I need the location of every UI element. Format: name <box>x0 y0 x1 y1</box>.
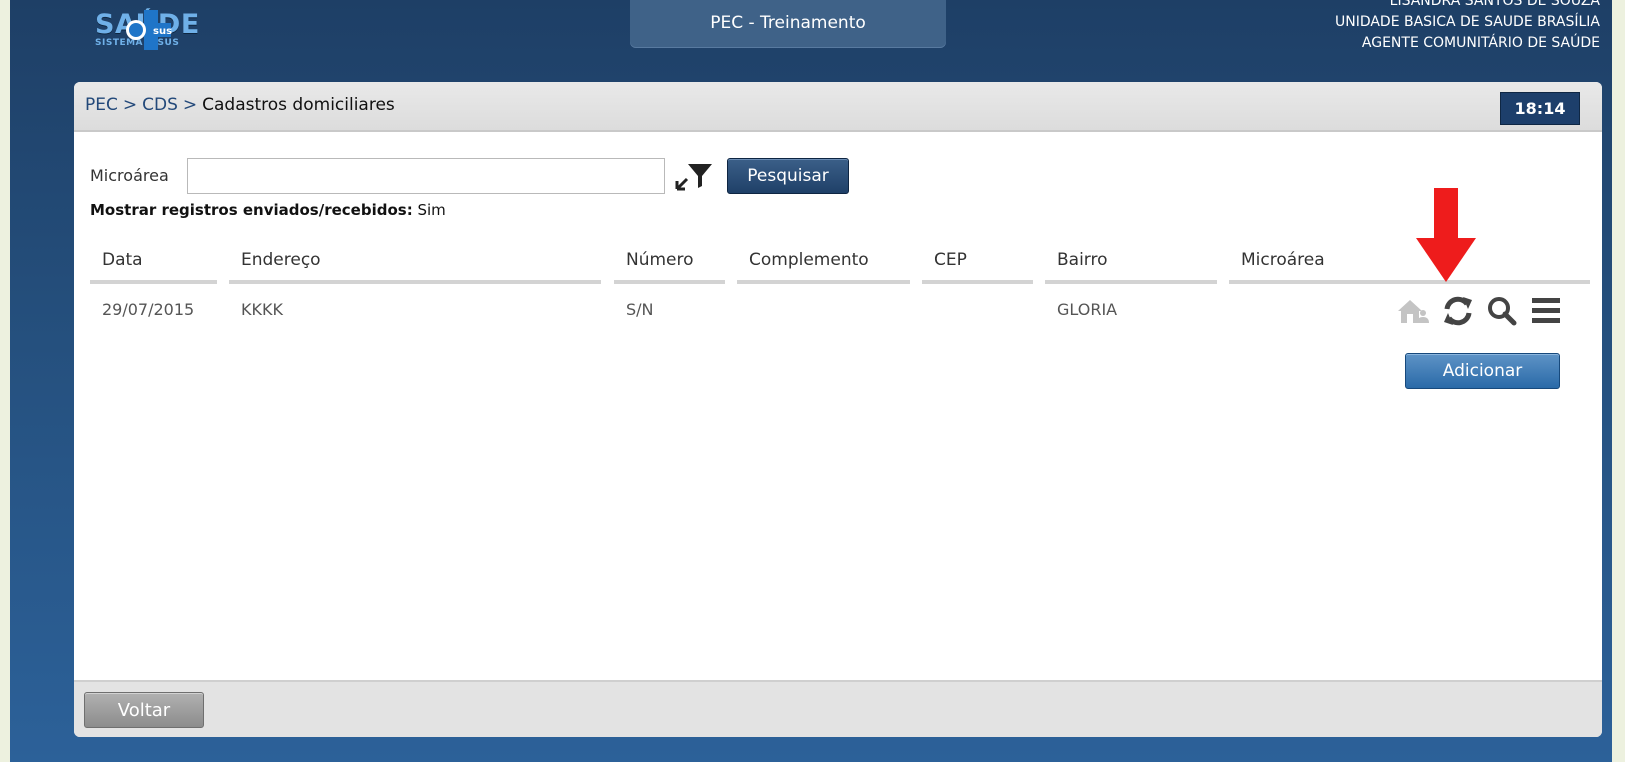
breadcrumb-bar: PEC > CDS > Cadastros domiciliares 18:14 <box>74 82 1602 132</box>
back-button[interactable]: Voltar <box>84 692 204 728</box>
column-header-bairro[interactable]: Bairro <box>1045 244 1217 284</box>
breadcrumb-item-cds[interactable]: CDS <box>142 95 178 115</box>
advanced-filter-icon[interactable] <box>674 160 714 192</box>
search-icon[interactable] <box>1483 294 1521 328</box>
column-header-numero[interactable]: Número <box>614 244 725 284</box>
breadcrumb: PEC > CDS > Cadastros domiciliares <box>85 95 395 115</box>
column-header-endereco[interactable]: Endereço <box>229 244 601 284</box>
cell-complemento <box>737 290 910 330</box>
show-sent-value: Sim <box>417 201 446 219</box>
column-header-data[interactable]: Data <box>90 244 217 284</box>
microarea-label: Microárea <box>90 166 169 185</box>
user-name: LISANDRA SANTOS DE SOUZA <box>1389 0 1600 9</box>
table-row[interactable]: 29/07/2015 KKKK S/N GLORIA <box>90 290 1590 330</box>
cell-numero: S/N <box>626 300 654 319</box>
cell-bairro: GLORIA <box>1057 300 1118 319</box>
user-role: AGENTE COMUNITÁRIO DE SAÚDE <box>1361 35 1600 51</box>
breadcrumb-separator: > <box>182 95 198 115</box>
red-annotation-arrow-icon <box>1416 188 1476 282</box>
table-header: Data Endereço Número Complemento CEP Bai… <box>90 244 1590 284</box>
footer-bar: Voltar <box>74 680 1602 737</box>
refresh-icon[interactable] <box>1439 294 1477 328</box>
column-header-cep[interactable]: CEP <box>922 244 1033 284</box>
show-sent-label: Mostrar registros enviados/recebidos: <box>90 201 413 219</box>
microarea-input[interactable] <box>187 158 665 194</box>
clock-display: 18:14 <box>1500 92 1580 125</box>
cell-data: 29/07/2015 <box>102 300 195 319</box>
house-people-icon[interactable] <box>1395 294 1433 328</box>
cell-endereco: KKKK <box>241 300 283 319</box>
main-panel: PEC > CDS > Cadastros domiciliares 18:14 Mic… <box>74 82 1602 737</box>
show-sent-records: Mostrar registros enviados/recebidos: Si… <box>90 201 446 219</box>
row-actions <box>1395 294 1595 328</box>
search-button[interactable]: Pesquisar <box>727 158 849 194</box>
arrow-head <box>1416 238 1476 282</box>
cell-cep <box>922 290 1033 330</box>
breadcrumb-current: Cadastros domiciliares <box>202 95 395 115</box>
esus-badge-icon: sus <box>126 10 172 50</box>
logo-badge-text: sus <box>153 26 172 37</box>
column-header-complemento[interactable]: Complemento <box>737 244 910 284</box>
cell-microarea <box>1229 290 1389 330</box>
add-button[interactable]: Adicionar <box>1405 353 1560 389</box>
breadcrumb-separator: > <box>122 95 138 115</box>
arrow-shaft <box>1434 188 1458 240</box>
column-header-microarea[interactable]: Microárea <box>1229 244 1590 284</box>
environment-tab: PEC - Treinamento <box>630 0 946 48</box>
user-unit: UNIDADE BASICA DE SAUDE BRASÍLIA <box>1334 14 1600 30</box>
breadcrumb-item-pec[interactable]: PEC <box>85 95 118 115</box>
menu-icon[interactable] <box>1527 294 1565 328</box>
user-info: LISANDRA SANTOS DE SOUZA UNIDADE BASICA … <box>1335 0 1600 54</box>
app-window: SAÚDE SISTEMA E-SUS sus PEC - Treinament… <box>10 0 1612 762</box>
